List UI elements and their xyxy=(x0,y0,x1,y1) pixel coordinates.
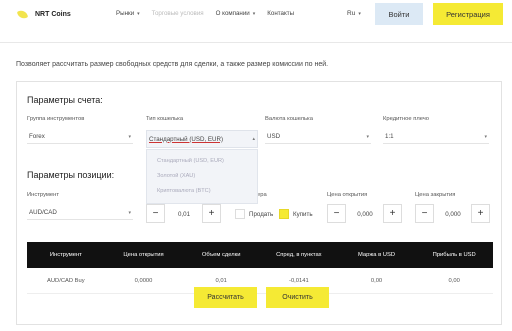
nav-item-label: Контакты xyxy=(267,10,295,17)
volume-decrease-button[interactable]: − xyxy=(146,204,165,223)
logo-text: NRT Coins xyxy=(35,11,71,18)
instrument-select[interactable]: AUD/CAD ▾ xyxy=(27,206,133,220)
chevron-up-icon: ▴ xyxy=(252,136,255,142)
table-cell: -0,0141 xyxy=(289,277,309,284)
header-divider xyxy=(0,42,512,43)
table-header-cell: Прибыль в USD xyxy=(432,252,476,258)
table-header-row: Инструмент Цена открытия Объем сделки Сп… xyxy=(27,242,493,268)
wallet-type-dropdown: Стандартный (USD, EUR) Золотой (XAU) Кри… xyxy=(146,149,258,204)
open-price-value[interactable]: 0,000 xyxy=(349,211,381,218)
table-header-cell: Цена открытия xyxy=(123,252,164,258)
close-price-label: Цена закрытия xyxy=(415,192,456,198)
logo-icon xyxy=(17,8,30,21)
site-header: NRT Coins Рынки ▾ Торговые условия О ком… xyxy=(0,0,512,30)
close-price-decrease-button[interactable]: − xyxy=(415,204,434,223)
chevron-down-icon: ▾ xyxy=(358,10,361,17)
volume-increase-button[interactable]: + xyxy=(202,204,221,223)
instrument-group-label: Группа инструментов xyxy=(27,116,85,122)
wallet-option-crypto[interactable]: Криптовалюта (BTC) xyxy=(157,188,211,194)
table-cell: 0,00 xyxy=(448,277,460,284)
nav-item-label: Рынки xyxy=(116,10,135,17)
volume-value[interactable]: 0,01 xyxy=(168,211,200,218)
nav-item-trading-conditions[interactable]: Торговые условия xyxy=(152,10,204,17)
wallet-option-standard[interactable]: Стандартный (USD, EUR) xyxy=(157,158,224,164)
instrument-group-value: Forex xyxy=(29,133,45,140)
table-header-cell: Объем сделки xyxy=(201,252,241,258)
wallet-currency-label: Валюта кошелька xyxy=(265,116,313,122)
position-params-title: Параметры позиции: xyxy=(27,170,115,180)
calculate-button[interactable]: Рассчитать xyxy=(194,287,257,308)
close-price-value[interactable]: 0,000 xyxy=(437,211,469,218)
open-price-decrease-button[interactable]: − xyxy=(327,204,346,223)
account-params-title: Параметры счета: xyxy=(27,95,103,105)
chevron-down-icon: ▾ xyxy=(137,10,140,17)
leverage-value: 1:1 xyxy=(385,133,394,140)
chevron-down-icon: ▾ xyxy=(128,133,131,140)
open-price-label: Цена открытия xyxy=(327,192,368,198)
table-header-cell: Инструмент xyxy=(49,252,82,258)
language-label: Ru xyxy=(347,10,356,17)
buy-option[interactable]: Купить xyxy=(279,209,313,219)
instrument-label: Инструмент xyxy=(27,192,59,198)
wallet-currency-value: USD xyxy=(267,133,281,140)
table-cell: 0,01 xyxy=(215,277,227,284)
direction-label: ера xyxy=(257,192,267,198)
buy-label: Купить xyxy=(293,210,313,218)
close-price-increase-button[interactable]: + xyxy=(471,204,490,223)
sell-label: Продать xyxy=(249,210,274,218)
nav-item-about[interactable]: О компании ▾ xyxy=(216,10,256,17)
chevron-down-icon: ▾ xyxy=(252,10,256,17)
leverage-select[interactable]: 1:1 ▾ xyxy=(383,130,489,144)
clear-button[interactable]: Очистить xyxy=(266,287,329,308)
table-cell: 0,0000 xyxy=(134,277,153,284)
wallet-type-value: Стандартный (USD, EUR) xyxy=(149,135,224,143)
table-row: AUD/CAD Buy 0,0000 0,01 -0,0141 0,00 0,0… xyxy=(27,268,493,294)
table-header-cell: Спред, в пунктах xyxy=(276,252,322,258)
results-table: Инструмент Цена открытия Объем сделки Сп… xyxy=(27,242,493,294)
logo[interactable]: NRT Coins xyxy=(17,8,71,21)
chevron-down-icon: ▾ xyxy=(484,133,487,140)
wallet-type-select[interactable]: Стандартный (USD, EUR) ▴ xyxy=(146,130,258,148)
nav-item-label: О компании xyxy=(215,10,250,17)
wallet-type-label: Тип кошелька xyxy=(146,116,184,122)
nav-item-label: Торговые условия xyxy=(151,10,204,17)
calculator-panel: Параметры счета: Группа инструментов For… xyxy=(16,81,502,325)
table-cell: AUD/CAD Buy xyxy=(46,277,85,284)
wallet-currency-select[interactable]: USD ▾ xyxy=(265,130,371,144)
language-selector[interactable]: Ru ▾ xyxy=(347,10,361,17)
instrument-group-select[interactable]: Forex ▾ xyxy=(27,130,133,144)
sell-radio[interactable] xyxy=(235,209,245,219)
nav-item-contacts[interactable]: Контакты xyxy=(267,10,294,17)
chevron-down-icon: ▾ xyxy=(366,133,369,140)
intro-text: Позволяет рассчитать размер свободных ср… xyxy=(16,61,329,68)
table-cell: 0,00 xyxy=(370,277,383,284)
chevron-down-icon: ▾ xyxy=(128,209,131,216)
nav-item-markets[interactable]: Рынки ▾ xyxy=(116,10,140,17)
main-nav: Рынки ▾ Торговые условия О компании ▾ Ко… xyxy=(116,10,294,17)
instrument-value: AUD/CAD xyxy=(29,209,57,216)
sell-option[interactable]: Продать xyxy=(235,209,273,219)
wallet-option-gold[interactable]: Золотой (XAU) xyxy=(157,173,195,179)
leverage-label: Кредитное плечо xyxy=(383,116,430,122)
register-button[interactable]: Регистрация xyxy=(433,3,503,25)
table-header-cell: Маржа в USD xyxy=(358,252,396,258)
open-price-increase-button[interactable]: + xyxy=(383,204,402,223)
login-button[interactable]: Войти xyxy=(375,3,423,25)
buy-radio[interactable] xyxy=(279,209,289,219)
